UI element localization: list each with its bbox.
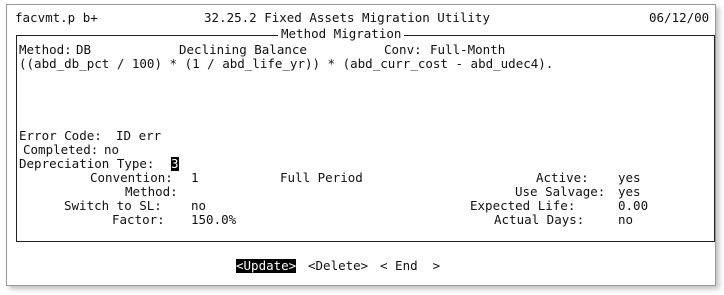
method-code: DB xyxy=(76,42,92,57)
factor-field[interactable]: 150.0% xyxy=(191,213,236,227)
terminal-window: facvmt.p b+ 32.25.2 Fixed Assets Migrati… xyxy=(6,4,716,286)
frame-title: Method Migration xyxy=(278,27,405,41)
conv-label: Conv: xyxy=(384,42,422,57)
convention-field[interactable]: 1 xyxy=(191,171,199,185)
depreciation-formula: ((abd_db_pct / 100) * (1 / abd_life_yr))… xyxy=(19,56,554,71)
actual-days-label: Actual Days: xyxy=(494,212,585,227)
expected-life-field[interactable]: 0.00 xyxy=(618,199,648,213)
method-description: Declining Balance xyxy=(179,42,307,57)
depreciation-type-label: Depreciation Type: xyxy=(19,156,155,171)
convention-label: Convention: xyxy=(90,170,173,185)
completed-label: Completed: xyxy=(23,142,99,157)
error-code-value: ID err xyxy=(116,128,162,143)
delete-button[interactable]: <Delete> xyxy=(308,259,368,273)
error-code-label: Error Code: xyxy=(19,128,102,143)
factor-label: Factor: xyxy=(112,212,165,227)
method-field-label: Method: xyxy=(125,184,178,199)
completed-value: no xyxy=(104,142,120,157)
method-label: Method: xyxy=(19,42,72,57)
update-button[interactable]: <Update> xyxy=(236,259,297,273)
switch-to-sl-field[interactable]: no xyxy=(191,199,206,213)
actual-days-field[interactable]: no xyxy=(618,213,633,227)
active-field[interactable]: yes xyxy=(618,171,641,185)
conv-value: Full-Month xyxy=(430,42,506,57)
header-date: 06/12/00 xyxy=(649,10,710,25)
end-button[interactable]: < End > xyxy=(380,259,440,273)
page-title: 32.25.2 Fixed Assets Migration Utility xyxy=(204,10,490,25)
use-salvage-field[interactable]: yes xyxy=(618,185,641,199)
convention-description: Full Period xyxy=(280,170,363,185)
depreciation-type-input[interactable]: 3 xyxy=(171,157,179,171)
use-salvage-label: Use Salvage: xyxy=(515,184,606,199)
switch-to-sl-label: Switch to SL: xyxy=(64,198,162,213)
active-label: Active: xyxy=(536,170,589,185)
expected-life-label: Expected Life: xyxy=(470,198,576,213)
program-name: facvmt.p b+ xyxy=(15,10,98,25)
